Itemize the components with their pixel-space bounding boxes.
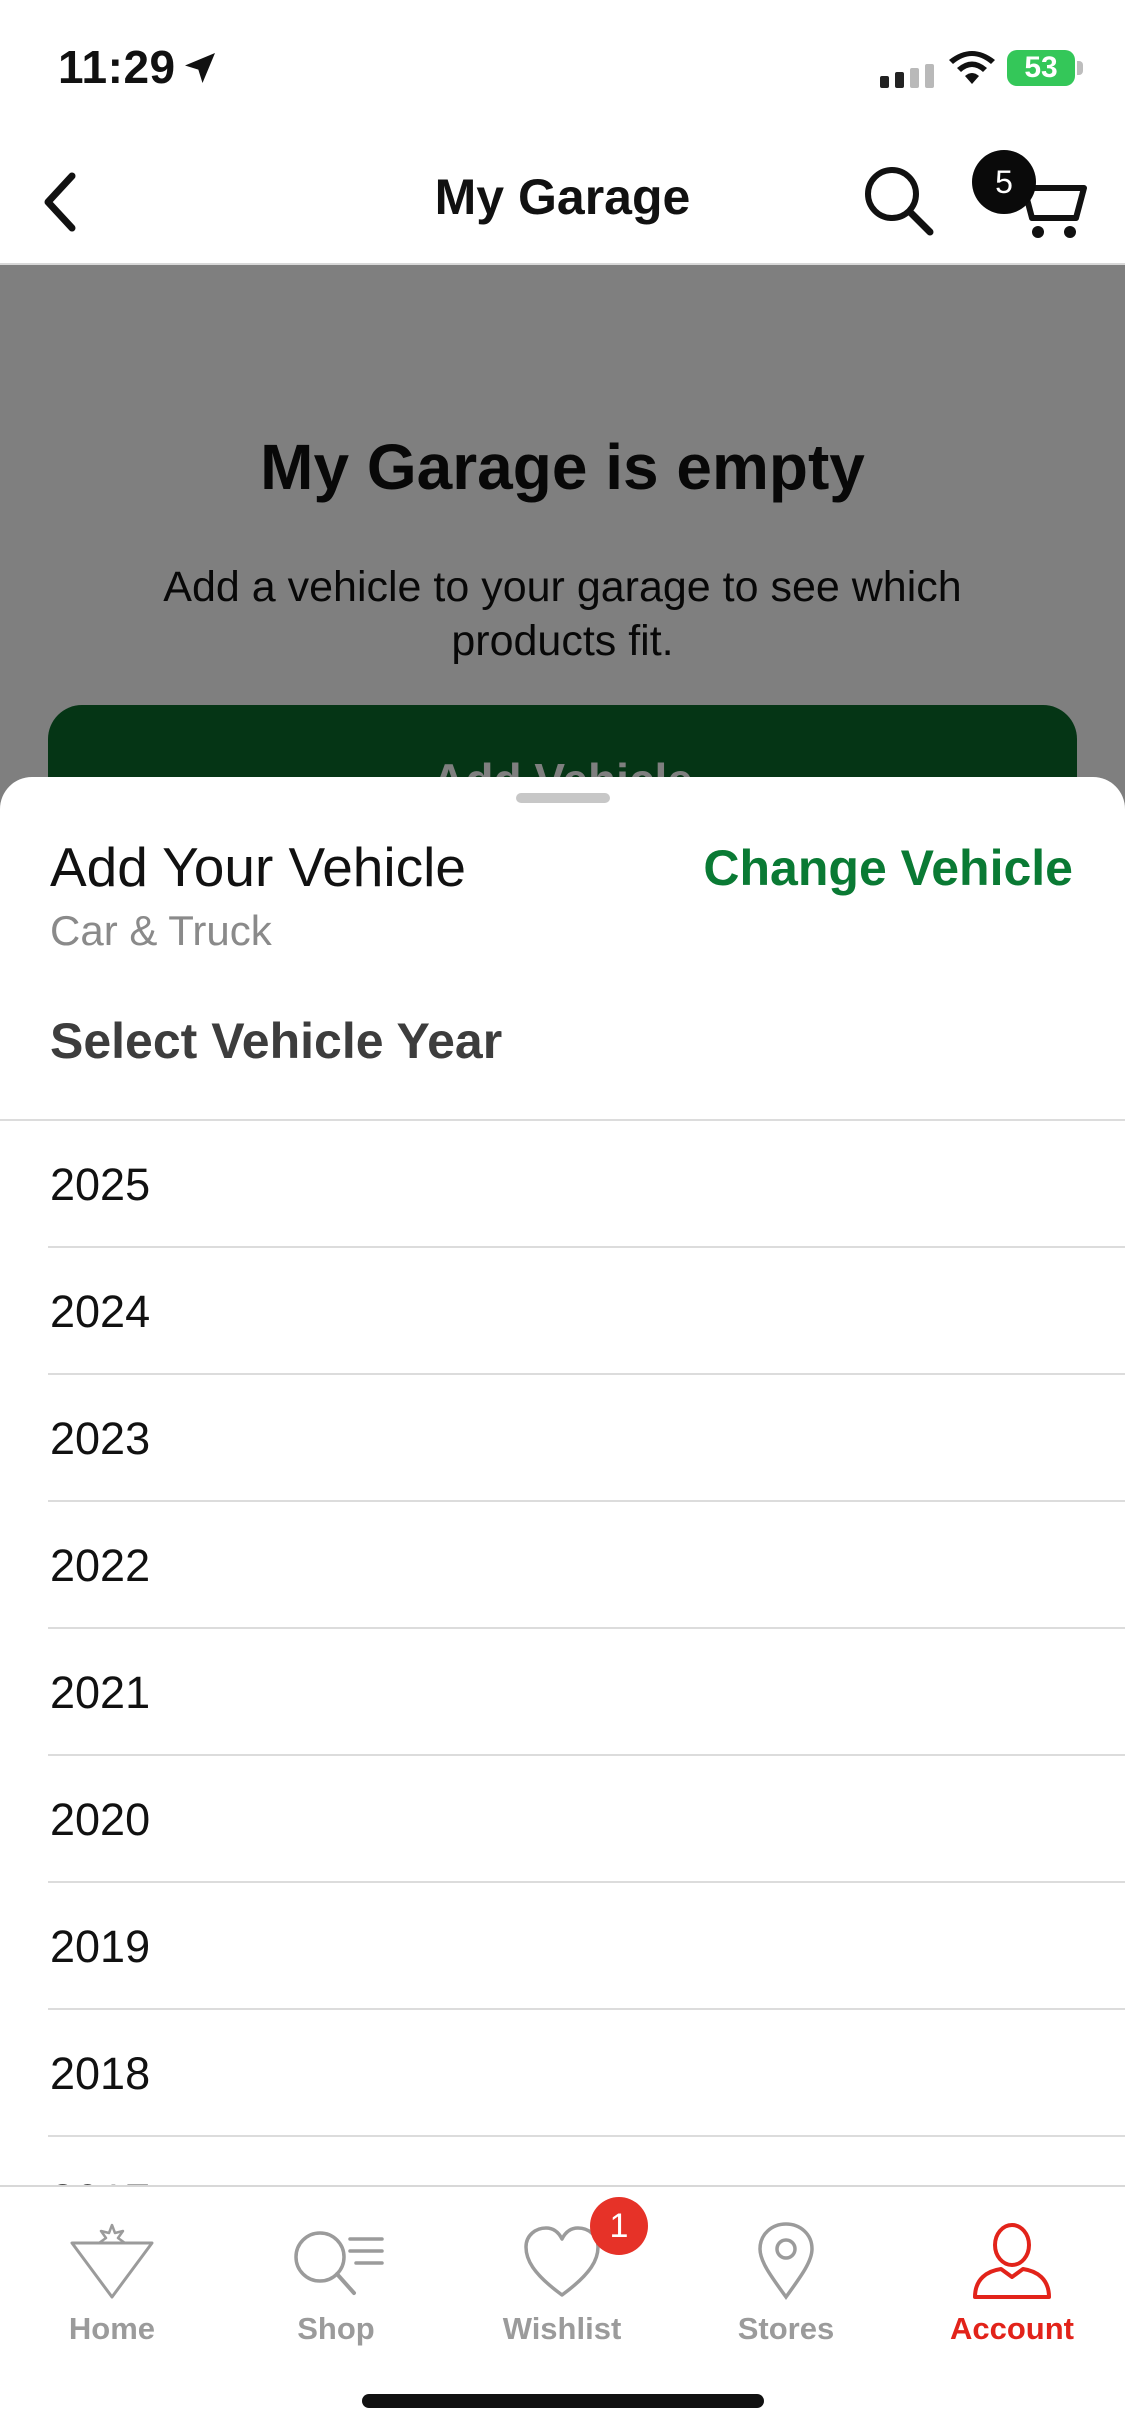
sheet-grabber[interactable] bbox=[516, 793, 610, 803]
location-arrow-icon bbox=[185, 53, 215, 83]
tab-shop[interactable]: Shop bbox=[246, 2205, 426, 2355]
year-option[interactable]: 2021 bbox=[48, 1629, 1125, 1756]
battery-icon: 53 bbox=[1007, 50, 1075, 86]
status-bar: 11:29 53 bbox=[0, 0, 1125, 140]
wishlist-count-badge: 1 bbox=[590, 2197, 648, 2255]
year-option[interactable]: 2023 bbox=[48, 1375, 1125, 1502]
year-option[interactable]: 2025 bbox=[48, 1121, 1125, 1248]
tab-label: Stores bbox=[737, 2311, 835, 2346]
location-pin-icon bbox=[758, 2222, 814, 2300]
tab-label: Shop bbox=[297, 2311, 375, 2346]
status-time: 11:29 bbox=[58, 41, 176, 93]
tab-home[interactable]: Home bbox=[22, 2205, 202, 2355]
tab-label: Wishlist bbox=[502, 2311, 622, 2346]
year-label: 2025 bbox=[50, 1159, 151, 1210]
select-year-label: Select Vehicle Year bbox=[50, 1013, 503, 1069]
year-label: 2022 bbox=[50, 1540, 151, 1591]
wifi-icon bbox=[949, 51, 995, 84]
cellular-signal-icon bbox=[880, 64, 934, 88]
cart-count-badge: 5 bbox=[972, 150, 1036, 214]
battery-level: 53 bbox=[1024, 51, 1058, 84]
sheet-title: Add Your Vehicle bbox=[50, 836, 466, 898]
search-icon[interactable] bbox=[858, 160, 938, 240]
battery-cap bbox=[1077, 61, 1083, 75]
year-option[interactable]: 2024 bbox=[48, 1248, 1125, 1375]
tab-label: Account bbox=[950, 2311, 1074, 2346]
year-label: 2021 bbox=[50, 1667, 151, 1718]
year-label: 2023 bbox=[50, 1413, 151, 1464]
year-option[interactable]: 2018 bbox=[48, 2010, 1125, 2137]
year-option[interactable]: 2022 bbox=[48, 1502, 1125, 1629]
year-list: 2025 2024 2023 2022 2021 2020 2019 2018 … bbox=[0, 1119, 1125, 2264]
year-label: 2020 bbox=[50, 1794, 151, 1845]
vehicle-type-label: Car & Truck bbox=[50, 907, 272, 954]
year-option[interactable]: 2020 bbox=[48, 1756, 1125, 1883]
tab-stores[interactable]: Stores bbox=[696, 2205, 876, 2355]
year-label: 2024 bbox=[50, 1286, 151, 1337]
change-vehicle-button[interactable]: Change Vehicle bbox=[703, 839, 1073, 897]
home-triangle-icon bbox=[70, 2223, 154, 2299]
nav-bar: My Garage bbox=[0, 140, 1125, 265]
year-option[interactable]: 2019 bbox=[48, 1883, 1125, 2010]
year-label: 2019 bbox=[50, 1921, 151, 1972]
home-indicator[interactable] bbox=[362, 2394, 764, 2408]
tab-account[interactable]: Account bbox=[922, 2205, 1102, 2355]
page-title: My Garage bbox=[434, 169, 691, 225]
heart-icon bbox=[524, 2226, 600, 2297]
year-label: 2018 bbox=[50, 2048, 151, 2099]
tab-label: Home bbox=[68, 2311, 156, 2346]
person-icon bbox=[973, 2223, 1051, 2299]
shop-search-icon bbox=[294, 2231, 384, 2295]
